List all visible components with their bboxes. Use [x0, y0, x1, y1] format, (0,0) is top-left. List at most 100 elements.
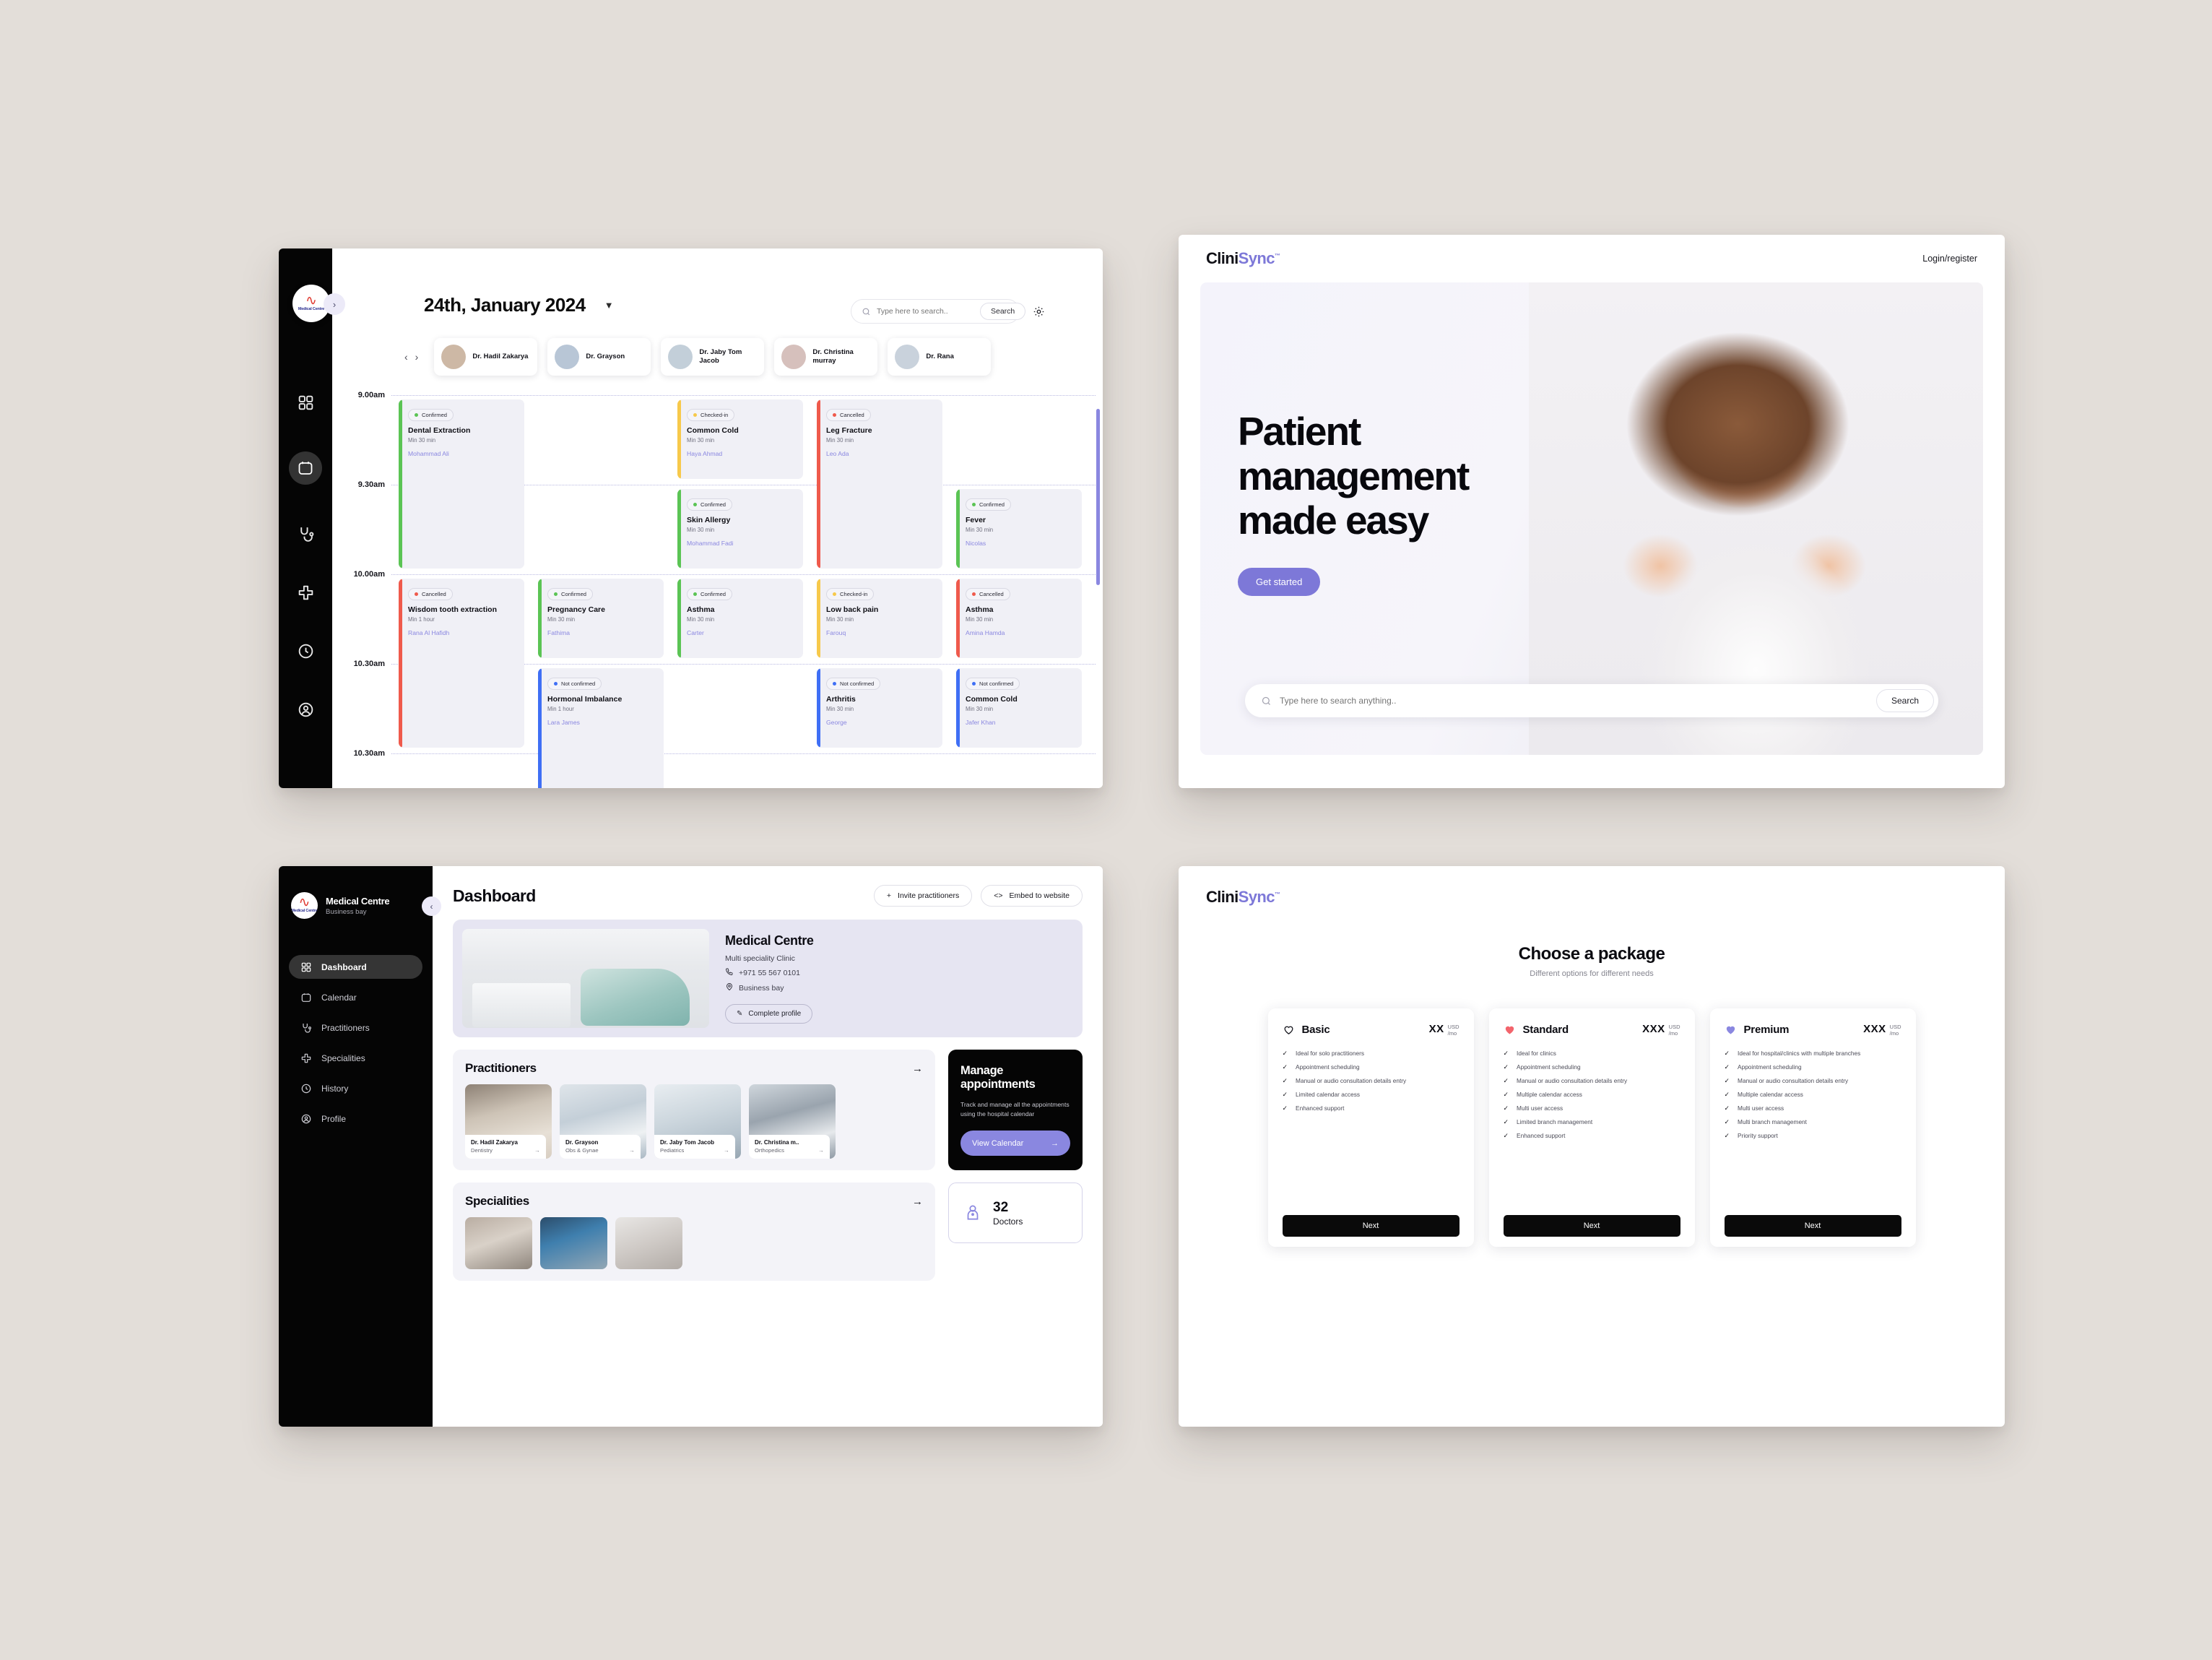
- arrow-right-icon[interactable]: →: [912, 1063, 923, 1075]
- clinisync-logo[interactable]: CliniSync™: [1206, 249, 1280, 268]
- arrow-right-icon[interactable]: →: [534, 1147, 540, 1154]
- check-icon: ✓: [1503, 1063, 1509, 1071]
- appointment-title: Wisdom tooth extraction: [408, 605, 497, 614]
- speciality-thumb[interactable]: [540, 1217, 607, 1270]
- calendar-date-selector[interactable]: 24th, January 2024 ▼: [424, 294, 614, 316]
- status-dot: [415, 592, 418, 596]
- status-dot: [693, 503, 697, 506]
- appointment-card[interactable]: Not confirmed Common Cold Min 30 min Jafer …: [956, 668, 1082, 748]
- sidebar-expand-button[interactable]: ›: [324, 293, 345, 315]
- sidebar-item-profile[interactable]: Profile: [289, 1107, 422, 1131]
- hero-search-bar[interactable]: Search: [1245, 684, 1938, 717]
- next-button[interactable]: Next: [1724, 1215, 1901, 1237]
- rail-stethoscope-icon[interactable]: [296, 524, 315, 543]
- embed-to-website-button[interactable]: <> Embed to website: [981, 885, 1083, 907]
- doctor-strip-nav[interactable]: ‹ ›: [404, 351, 418, 363]
- doctor-tab[interactable]: Dr. Grayson: [547, 338, 651, 376]
- practitioner-card[interactable]: Dr. Hadil Zakarya Dentistry →: [465, 1084, 552, 1159]
- appointment-card[interactable]: Confirmed Dental Extraction Min 30 min Moha…: [399, 399, 524, 569]
- calendar-search-area: Search: [851, 299, 1045, 324]
- invite-practitioners-button[interactable]: + Invite practitioners: [873, 885, 973, 907]
- appointment-card[interactable]: Checked-in Low back pain Min 30 min Farouq: [817, 579, 942, 658]
- ekg-icon: ∿: [298, 895, 311, 911]
- status-label: Not confirmed: [561, 680, 596, 687]
- arrow-right-icon[interactable]: →: [818, 1147, 824, 1154]
- status-badge: Cancelled: [408, 588, 453, 600]
- avatar: [441, 345, 467, 369]
- get-started-button[interactable]: Get started: [1238, 568, 1321, 596]
- sidebar-collapse-button[interactable]: ‹: [422, 896, 441, 916]
- speciality-thumb[interactable]: [465, 1217, 532, 1270]
- search-button[interactable]: Search: [980, 303, 1026, 320]
- sidebar-item-specialities[interactable]: Specialities: [289, 1046, 422, 1070]
- dashboard-row-specialities: Specialities → 32 Doctors: [453, 1183, 1083, 1281]
- practitioner-list: Dr. Hadil Zakarya Dentistry → Dr. Grayson Ob…: [465, 1084, 923, 1159]
- sidebar-item-label: History: [321, 1083, 349, 1094]
- appointment-card[interactable]: Confirmed Fever Min 30 min Nicolas: [956, 489, 1082, 569]
- practitioner-card[interactable]: Dr. Jaby Tom Jacob Pediatrics →: [654, 1084, 741, 1159]
- appointment-title: Dental Extraction: [408, 426, 471, 435]
- appointment-card[interactable]: Cancelled Leg Fracture Min 30 min Leo Ada: [817, 399, 942, 569]
- appointment-card[interactable]: Cancelled Wisdom tooth extraction Min 1 ho…: [399, 579, 524, 748]
- plan-feature: ✓ Appointment scheduling: [1725, 1063, 1901, 1071]
- arrow-right-icon: →: [1051, 1138, 1059, 1148]
- search-input[interactable]: [877, 307, 974, 316]
- hero-search-button[interactable]: Search: [1875, 689, 1934, 712]
- appointment-card[interactable]: Not confirmed Arthritis Min 30 min George: [817, 668, 942, 748]
- doctor-name: Dr. Grayson: [586, 353, 625, 361]
- appointment-title: Common Cold: [966, 695, 1018, 704]
- appointment-card[interactable]: Confirmed Pregnancy Care Min 30 min Fathima: [538, 579, 664, 658]
- plan-feature: ✓ Manual or audio consultation details en…: [1283, 1077, 1460, 1084]
- doctor-tab[interactable]: Dr. Christina murray: [774, 338, 878, 376]
- doctor-tab[interactable]: Dr. Rana: [888, 338, 992, 376]
- doctor-tab[interactable]: Dr. Jaby Tom Jacob: [661, 338, 765, 376]
- sidebar-clinic-location: Business bay: [326, 907, 367, 916]
- clinisync-logo[interactable]: CliniSync™: [1206, 888, 1977, 907]
- sidebar-item-calendar[interactable]: Calendar: [289, 985, 422, 1009]
- chevron-down-icon[interactable]: ▼: [604, 300, 614, 311]
- time-label: 10.30am: [353, 660, 385, 668]
- headline-line-2: management: [1238, 453, 1470, 498]
- rail-history-icon[interactable]: [296, 641, 315, 660]
- speciality-thumb[interactable]: [615, 1217, 682, 1270]
- status-badge: Confirmed: [966, 498, 1012, 511]
- practitioner-card[interactable]: Dr. Grayson Obs & Gynae →: [560, 1084, 646, 1159]
- arrow-right-icon[interactable]: →: [629, 1147, 635, 1154]
- sidebar-item-history[interactable]: History: [289, 1076, 422, 1100]
- appointment-card[interactable]: Checked-in Common Cold Min 30 min Haya Ahma…: [677, 399, 803, 479]
- rail-calendar-icon[interactable]: [289, 451, 322, 485]
- arrow-right-icon[interactable]: →: [724, 1147, 729, 1154]
- prev-doctor-icon[interactable]: ‹: [404, 351, 408, 363]
- clinic-info-card: Medical Centre Multi speciality Clinic +…: [453, 920, 1083, 1037]
- arrow-right-icon[interactable]: →: [912, 1196, 923, 1208]
- vertical-scrollbar[interactable]: [1096, 409, 1100, 585]
- appointment-card[interactable]: Confirmed Asthma Min 30 min Carter: [677, 579, 803, 658]
- sidebar-item-practitioners[interactable]: Practitioners: [289, 1016, 422, 1039]
- plan-feature-label: Enhanced support: [1517, 1131, 1566, 1139]
- rail-dashboard-icon[interactable]: [296, 393, 315, 412]
- plan-price: XXX USD/mo: [1642, 1023, 1680, 1037]
- search-field-wrapper[interactable]: Search: [851, 299, 1026, 324]
- login-register-link[interactable]: Login/register: [1922, 254, 1977, 264]
- gear-icon[interactable]: [1033, 306, 1045, 318]
- rail-profile-icon[interactable]: [296, 700, 315, 719]
- headline-line-3: made easy: [1238, 498, 1429, 543]
- appointment-card[interactable]: Confirmed Skin Allergy Min 30 min Mohammad …: [677, 489, 803, 569]
- plan-feature-label: Multiple calendar access: [1517, 1090, 1582, 1098]
- patient-name: Fathima: [547, 628, 571, 636]
- view-calendar-button[interactable]: View Calendar →: [960, 1131, 1070, 1157]
- sidebar-item-dashboard[interactable]: Dashboard: [289, 955, 422, 979]
- next-button[interactable]: Next: [1282, 1215, 1460, 1237]
- rail-specialities-icon[interactable]: [296, 583, 315, 602]
- complete-profile-button[interactable]: ✎ Complete profile: [725, 1004, 813, 1024]
- status-label: Not confirmed: [840, 680, 875, 687]
- hero-search-input[interactable]: [1280, 696, 1868, 706]
- status-badge: Checked-in: [826, 588, 875, 600]
- doctor-tab[interactable]: Dr. Hadil Zakarya: [434, 338, 538, 376]
- practitioners-header: Practitioners →: [465, 1061, 923, 1076]
- next-doctor-icon[interactable]: ›: [415, 351, 419, 363]
- next-button[interactable]: Next: [1503, 1215, 1680, 1237]
- practitioner-card[interactable]: Dr. Christina m.. Orthopedics →: [749, 1084, 836, 1159]
- appointment-card[interactable]: Cancelled Asthma Min 30 min Amina Hamda: [956, 579, 1082, 658]
- appointment-card[interactable]: Not confirmed Hormonal Imbalance Min 1 hou…: [538, 668, 664, 788]
